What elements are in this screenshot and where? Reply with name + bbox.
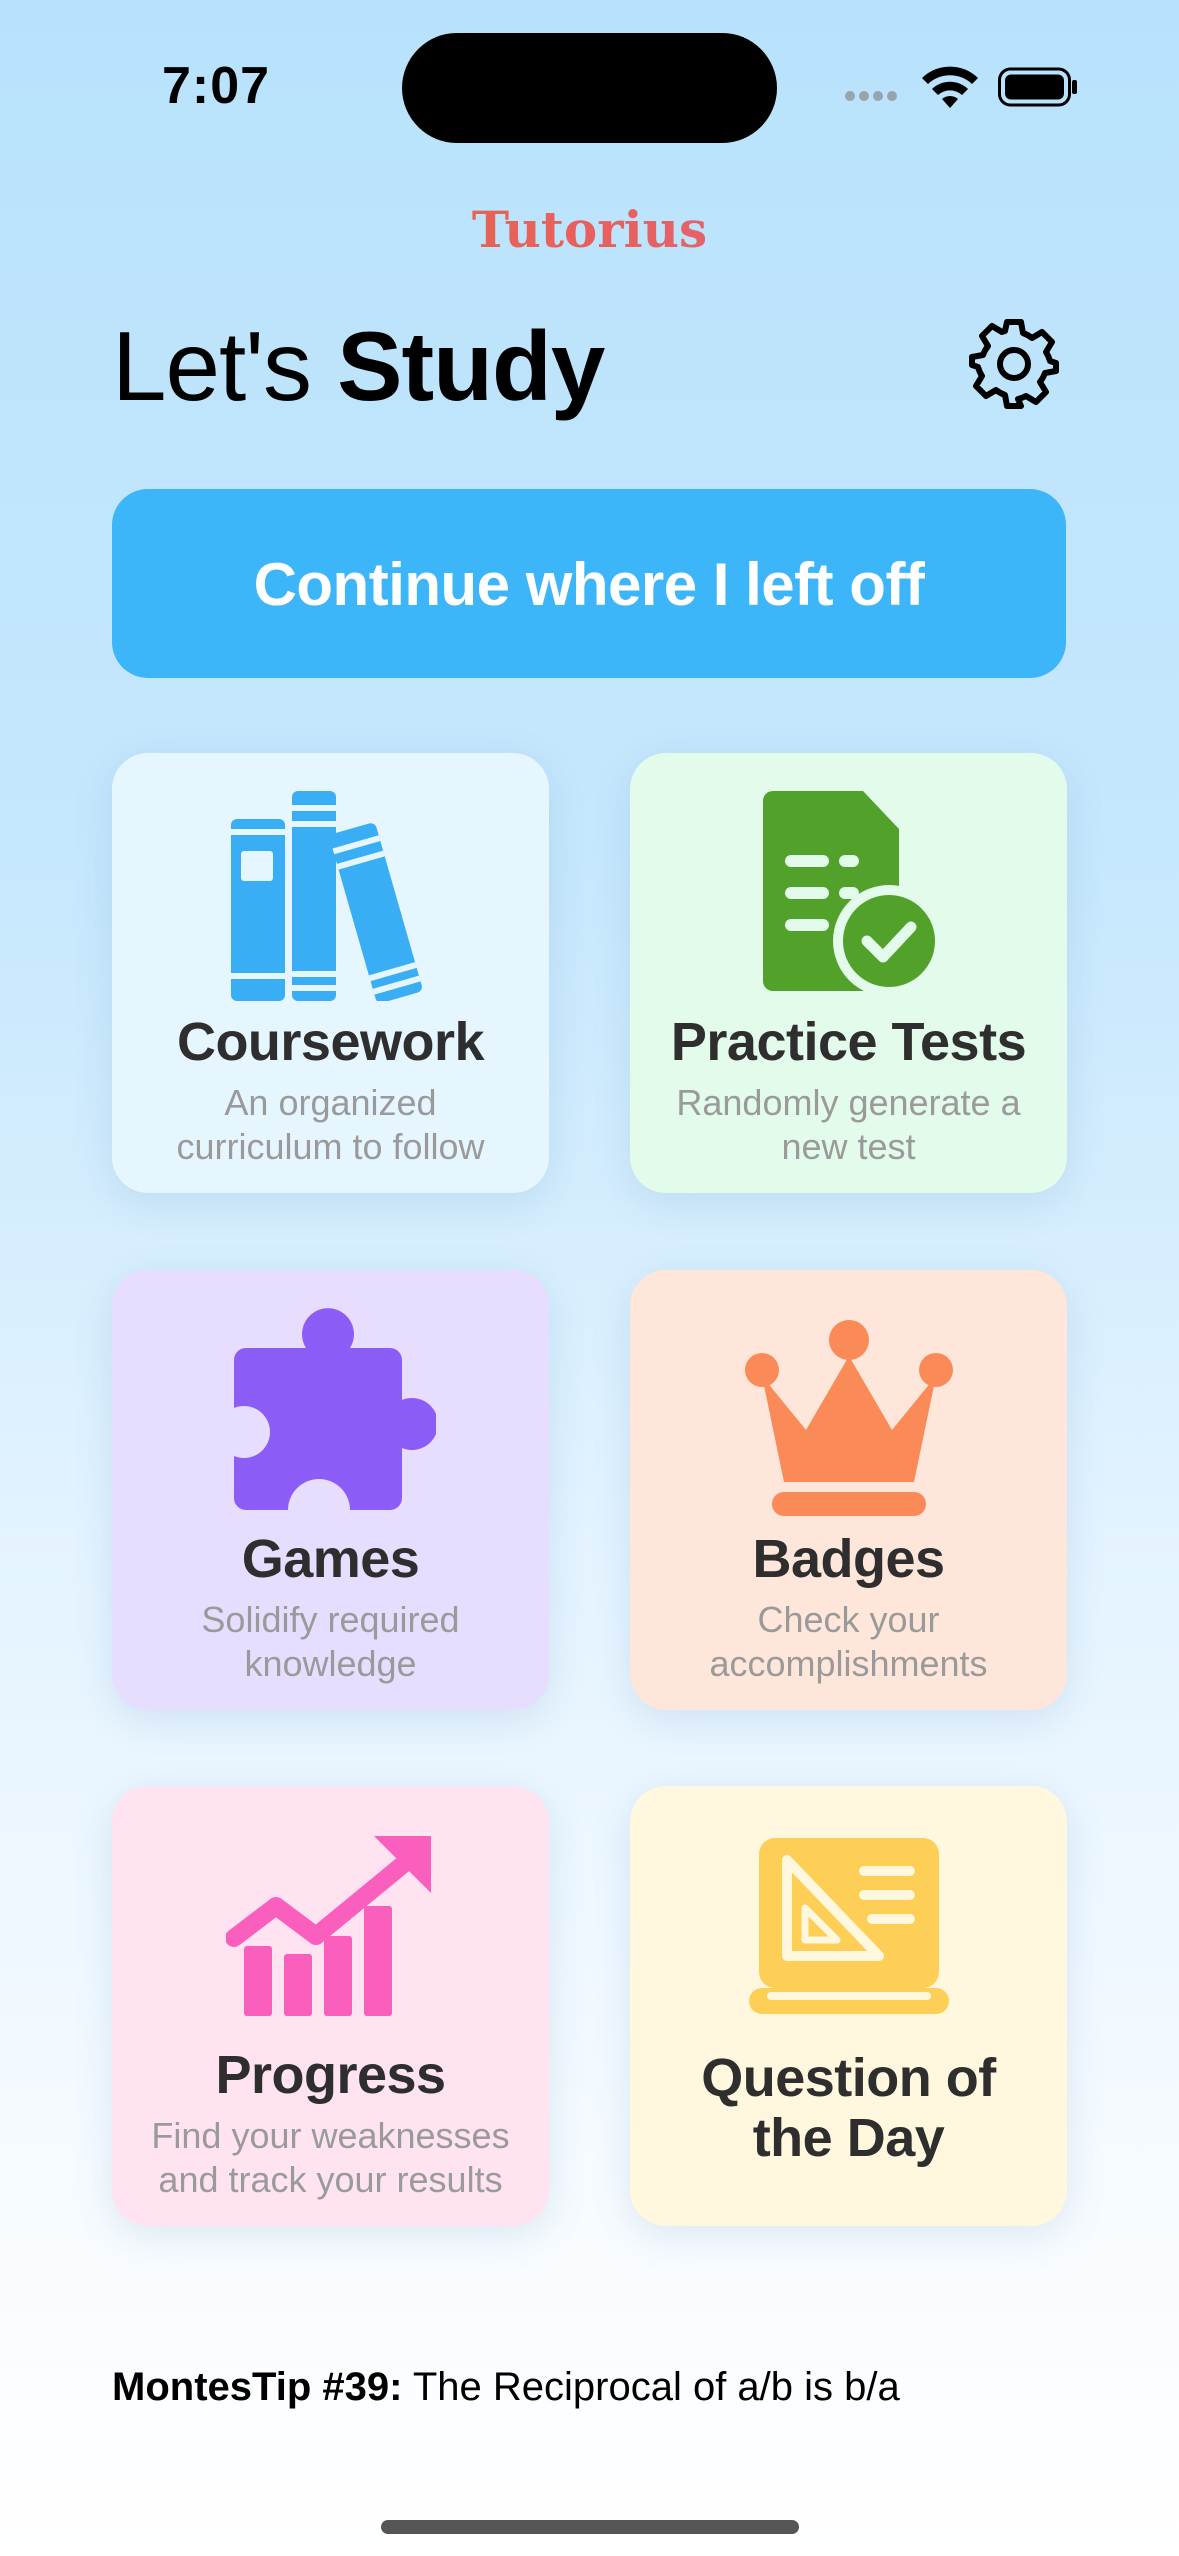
title-prefix: Let's [112,311,338,421]
test-document-check-icon [762,791,945,997]
wifi-icon [922,66,978,108]
card-subtitle: Randomly generate a new test [676,1082,1021,1167]
cellular-signal-icon [845,88,905,102]
card-progress[interactable]: Progress Find your weaknesses and track … [112,1786,549,2226]
card-title: Games [241,1529,420,1589]
home-indicator[interactable] [381,2520,799,2534]
page-title: Let's Study [112,310,605,423]
app-brand: Tutorius [0,200,1179,259]
geometry-board-icon [748,1838,949,2014]
card-coursework[interactable]: Coursework An organized curriculum to fo… [112,753,549,1193]
crown-icon [744,1320,953,1516]
card-practice-tests[interactable]: Practice Tests Randomly generate a new t… [630,753,1067,1193]
card-title: Question of the Day [701,2048,996,2168]
card-subtitle: Check your accomplishments [709,1599,988,1684]
tip-label: MontesTip #39: [112,2365,403,2409]
tip-text: The Reciprocal of a/b is b/a [402,2365,900,2409]
gear-icon[interactable] [968,318,1060,410]
card-subtitle: Find your weaknesses and track your resu… [151,2115,510,2200]
status-time: 7:07 [162,57,271,115]
puzzle-piece-icon [233,1308,436,1510]
card-title: Practice Tests [670,1012,1027,1072]
card-subtitle: An organized curriculum to follow [176,1082,485,1167]
continue-button[interactable]: Continue where I left off [112,489,1066,678]
card-question-of-the-day[interactable]: Question of the Day [630,1786,1067,2226]
card-title: Coursework [176,1012,485,1072]
daily-tip: MontesTip #39: The Reciprocal of a/b is … [112,2365,900,2410]
card-subtitle: Solidify required knowledge [201,1599,460,1684]
chart-up-icon [225,1836,431,2016]
card-title: Progress [215,2045,446,2105]
card-games[interactable]: Games Solidify required knowledge [112,1270,549,1710]
dynamic-island [402,33,777,143]
battery-icon [998,67,1077,107]
books-icon [230,791,422,1001]
card-title: Badges [752,1529,945,1589]
title-emphasis: Study [337,311,605,421]
card-badges[interactable]: Badges Check your accomplishments [630,1270,1067,1710]
